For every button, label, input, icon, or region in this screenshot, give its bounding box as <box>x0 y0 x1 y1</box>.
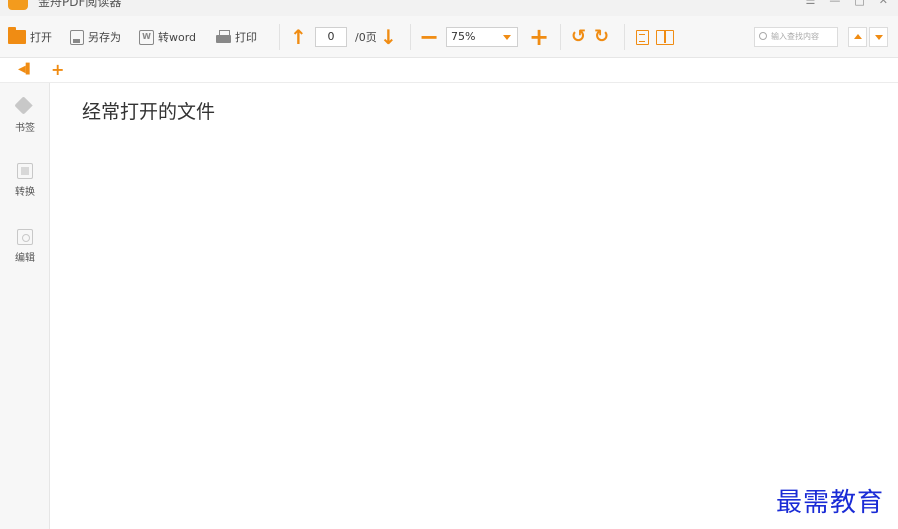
open-button[interactable]: 打开 <box>8 27 52 47</box>
convert-icon <box>17 163 33 179</box>
to-word-label: 转word <box>158 31 197 44</box>
new-tab-icon[interactable]: + <box>51 60 64 79</box>
toolbar: 打开 另存为 W 转word 打印 ↑ 0 /0页 ↓ − 75% + ↺ ↻ … <box>0 16 898 58</box>
tab-bar: ◀▌ + <box>0 58 898 83</box>
collapse-sidebar-icon[interactable]: ◀▌ <box>18 64 33 75</box>
minimize-icon[interactable]: — <box>829 0 840 7</box>
zoom-select-wrap: 75% <box>446 27 518 47</box>
chevron-down-icon <box>503 35 511 40</box>
search-icon <box>759 32 767 40</box>
word-icon: W <box>139 29 154 45</box>
menu-icon[interactable]: ☰ <box>806 0 816 7</box>
folder-icon <box>8 27 26 44</box>
arrow-up-icon: ↑ <box>290 25 307 49</box>
arrow-down-icon: ↓ <box>380 25 397 49</box>
rotate-left-icon: ↺ <box>571 26 587 47</box>
zoom-out-button[interactable]: − <box>419 23 440 51</box>
maximize-icon[interactable]: □ <box>854 0 864 7</box>
window-controls: ☰ — □ ✕ <box>806 0 889 7</box>
triangle-up-icon <box>854 34 862 39</box>
search-prev-button[interactable] <box>848 27 867 47</box>
rotate-left-button[interactable]: ↺ <box>571 27 586 47</box>
minus-icon: − <box>419 23 440 51</box>
watermark: 最需教育 <box>776 488 885 518</box>
sidebar-item-bookmarks[interactable]: 书签 <box>0 96 50 134</box>
zoom-select[interactable]: 75% <box>446 27 518 47</box>
print-button[interactable]: 打印 <box>216 27 257 47</box>
open-label: 打开 <box>30 31 52 44</box>
toolbar-divider <box>624 24 625 50</box>
page-number-input[interactable]: 0 <box>315 27 347 47</box>
bookmark-tag-icon <box>14 96 33 115</box>
rotate-right-button[interactable]: ↻ <box>594 27 609 47</box>
sidebar-item-label: 书签 <box>15 123 35 134</box>
save-as-label: 另存为 <box>88 31 121 44</box>
zoom-value: 75% <box>451 30 476 43</box>
search-input[interactable]: 输入查找内容 <box>754 27 838 47</box>
plus-icon: + <box>529 23 550 51</box>
search-placeholder: 输入查找内容 <box>771 32 819 41</box>
sidebar-item-label: 转换 <box>15 187 35 198</box>
sidebar-item-label: 编辑 <box>15 253 35 264</box>
double-page-button[interactable] <box>656 27 674 47</box>
next-page-button[interactable]: ↓ <box>380 27 397 47</box>
prev-page-button[interactable]: ↑ <box>290 27 307 47</box>
app-title: 金舟PDF阅读器 <box>38 0 122 9</box>
sidebar: 书签 转换 编辑 <box>0 83 50 529</box>
double-page-icon <box>656 29 674 45</box>
save-as-button[interactable]: 另存为 <box>70 27 121 47</box>
triangle-down-icon <box>875 35 883 40</box>
single-page-icon <box>636 29 649 45</box>
recent-files-heading: 经常打开的文件 <box>82 101 216 123</box>
sidebar-item-edit[interactable]: 编辑 <box>0 229 50 264</box>
rotate-right-icon: ↻ <box>594 26 610 47</box>
to-word-button[interactable]: W 转word <box>139 27 196 47</box>
edit-icon <box>17 229 33 245</box>
toolbar-divider <box>279 24 280 50</box>
page-total-label: /0页 <box>355 31 377 44</box>
print-label: 打印 <box>235 31 257 44</box>
zoom-in-button[interactable]: + <box>529 23 550 51</box>
printer-icon <box>216 30 231 44</box>
toolbar-divider <box>560 24 561 50</box>
sidebar-item-convert[interactable]: 转换 <box>0 163 50 198</box>
single-page-button[interactable] <box>636 27 649 47</box>
app-logo-icon <box>8 0 28 10</box>
title-bar: 金舟PDF阅读器 ☰ — □ ✕ <box>0 0 898 16</box>
search-next-button[interactable] <box>869 27 888 47</box>
toolbar-divider <box>410 24 411 50</box>
page-number-group: 0 /0页 <box>315 27 377 47</box>
save-icon <box>70 29 84 45</box>
close-icon[interactable]: ✕ <box>879 0 888 7</box>
